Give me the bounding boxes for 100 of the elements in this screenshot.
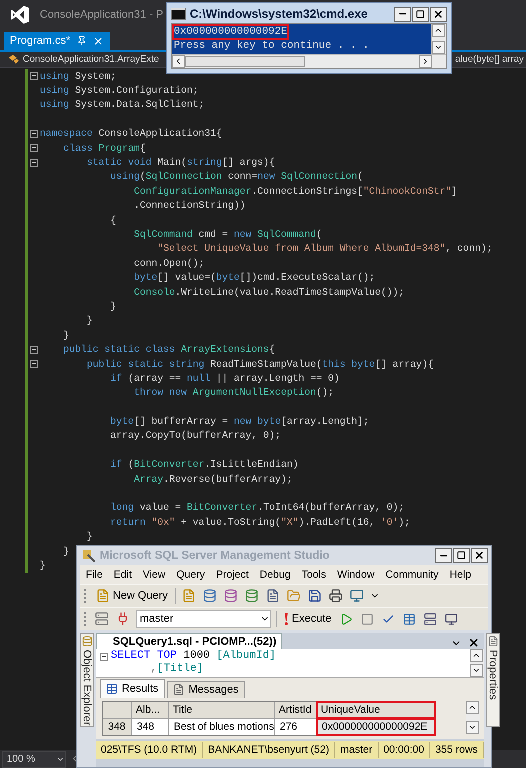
connect-button[interactable]: [94, 611, 110, 627]
window-title: C:\Windows\system32\cmd.exe: [190, 7, 369, 21]
properties-icon: [488, 636, 499, 647]
table-button[interactable]: [402, 611, 418, 627]
menu-item[interactable]: Query: [176, 568, 206, 580]
close-icon: [474, 550, 485, 561]
code-line: }: [62, 330, 70, 341]
grid-corner: [103, 702, 131, 718]
table-cell[interactable]: 348: [132, 719, 168, 735]
side-tab-label: Object Explorer: [81, 650, 93, 726]
new-query-button[interactable]: New Query: [94, 587, 170, 605]
stop-icon: [361, 612, 374, 626]
side-tab[interactable]: Object Explorer: [80, 633, 94, 727]
save-icon: [308, 589, 322, 603]
document-icon: [172, 684, 185, 696]
menu-item[interactable]: Debug: [260, 568, 291, 580]
table-cell[interactable]: 276: [275, 719, 316, 735]
scroll-up-button[interactable]: [432, 24, 445, 37]
column-header[interactable]: ArtistId: [275, 702, 316, 718]
maximize-button[interactable]: [412, 6, 429, 22]
database-document-icon: [182, 589, 196, 603]
results-tab[interactable]: Results: [100, 679, 165, 698]
play-icon: [340, 612, 354, 626]
save-button[interactable]: [307, 588, 324, 604]
code-line: static void Main(string[] args){: [86, 157, 276, 168]
member-selector[interactable]: alue(byte[] array: [455, 54, 524, 65]
scroll-up-button[interactable]: [470, 649, 484, 662]
table-cell[interactable]: 0x000000000000092E: [317, 719, 435, 735]
status-field: 00:00:00: [378, 742, 430, 758]
scroll-right-button[interactable]: [419, 55, 432, 68]
code-line: if (BitConverter.IsLittleEndian): [110, 459, 299, 470]
folder-icon: [287, 589, 302, 603]
scrollbar-thumb[interactable]: [185, 56, 305, 67]
database-document-button[interactable]: [244, 588, 260, 604]
code-line: byte[] bufferArray = new byte[array.Length];: [110, 416, 370, 428]
database-document-button[interactable]: [202, 588, 218, 604]
menu-item[interactable]: Project: [216, 568, 249, 580]
scroll-down-button[interactable]: [432, 41, 445, 54]
close-button[interactable]: [430, 6, 447, 22]
column-header[interactable]: Title: [169, 702, 274, 718]
console-output-line: Press any key to continue . . .: [173, 39, 370, 54]
check-icon: [382, 612, 396, 626]
printer-button[interactable]: [328, 588, 344, 604]
status-field: master: [335, 742, 379, 758]
database-icon: [82, 636, 92, 647]
menu-item[interactable]: View: [143, 568, 166, 580]
server-icon: [424, 612, 438, 626]
code-line: conn.Open();: [133, 258, 205, 269]
zoom-dropdown[interactable]: 100 %: [2, 750, 66, 768]
maximize-icon: [416, 10, 425, 18]
scroll-down-icon: [472, 666, 482, 675]
code-line: }: [86, 315, 93, 326]
close-icon: [92, 36, 104, 46]
close-icon: [468, 637, 480, 649]
scroll-left-button[interactable]: [172, 55, 185, 68]
column-header[interactable]: Alb...: [132, 702, 168, 718]
scroll-down-icon: [434, 43, 443, 52]
code-line: using System;: [40, 70, 116, 82]
row-header[interactable]: 348: [103, 719, 131, 735]
menu-item[interactable]: Community: [386, 568, 439, 580]
minimize-button[interactable]: [435, 548, 452, 563]
side-tab[interactable]: Properties: [486, 633, 500, 727]
stop-button[interactable]: [360, 611, 376, 627]
maximize-button[interactable]: [453, 548, 470, 563]
query-tab[interactable]: SQLQuery1.sql - PCIOMP...(52)): [96, 633, 282, 649]
database-document-button[interactable]: [223, 588, 240, 604]
query-line: SELECT TOP 1000 [AlbumId]: [111, 650, 276, 663]
window-title: ConsoleApplication31 - P: [40, 9, 164, 21]
code-line: using System.Configuration;: [40, 85, 199, 96]
menu-item[interactable]: Edit: [114, 568, 132, 580]
query-line: ,[Title]: [150, 663, 204, 676]
close-icon: [433, 8, 444, 20]
database-dropdown[interactable]: master: [136, 610, 271, 628]
menu-item[interactable]: File: [86, 568, 103, 580]
database-document-icon: [203, 589, 218, 603]
code-line: if (array == null || array.Length == 0): [110, 372, 340, 384]
code-line: class Program{: [62, 142, 146, 154]
code-line: return "0x" + value.ToString("X").PadLeft(16, '0');: [110, 516, 410, 528]
menu-item[interactable]: Tools: [302, 568, 326, 580]
document-tab[interactable]: Program.cs*: [4, 32, 110, 50]
monitor-button[interactable]: [444, 611, 460, 627]
code-line: .ConnectionString)): [133, 200, 246, 212]
scroll-down-button[interactable]: [466, 721, 480, 734]
minimize-button[interactable]: [394, 6, 411, 22]
execute-button[interactable]: Execute: [282, 610, 334, 628]
scroll-up-button[interactable]: [466, 701, 480, 714]
code-line: Console.WriteLine(value.ReadTimeStampValue());: [133, 286, 405, 298]
results-tab[interactable]: Messages: [166, 681, 245, 698]
server-button[interactable]: [422, 611, 439, 627]
code-line: }: [86, 531, 93, 542]
table-cell[interactable]: Best of blues motions: [169, 719, 274, 735]
menu-item[interactable]: Help: [450, 568, 472, 580]
monitor-button[interactable]: [349, 588, 366, 604]
menu-item[interactable]: Window: [337, 568, 375, 580]
column-header[interactable]: UniqueValue: [317, 702, 435, 718]
logo-icon: [10, 5, 30, 25]
close-button[interactable]: [471, 548, 488, 563]
scroll-down-button[interactable]: [470, 664, 484, 677]
code-line: public static string ReadTimeStampValue(this byte[] array){: [86, 358, 434, 370]
class-selector[interactable]: ConsoleApplication31.ArrayExte: [23, 54, 160, 65]
